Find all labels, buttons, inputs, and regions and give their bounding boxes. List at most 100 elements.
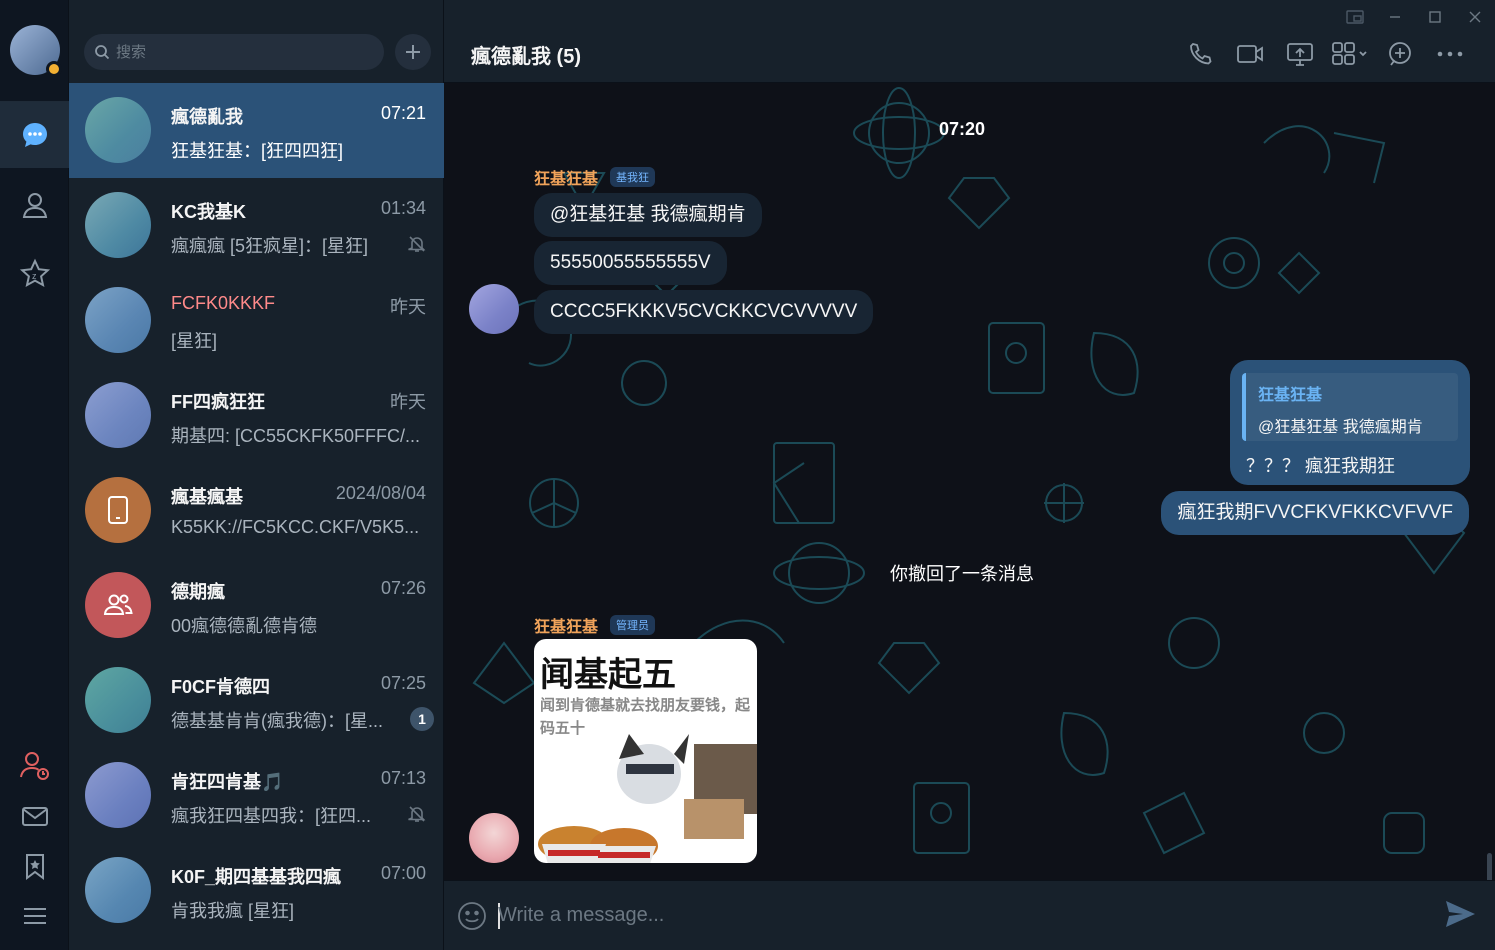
- chat-preview: 期基四: [CC55CKFK50FFFC/...: [171, 426, 421, 446]
- search-box[interactable]: [84, 34, 384, 70]
- chat-avatar: [85, 667, 151, 733]
- chat-time: 07:25: [380, 673, 426, 693]
- sender-avatar[interactable]: [469, 284, 519, 334]
- send-icon[interactable]: [1443, 897, 1477, 931]
- chat-avatar: [85, 97, 151, 163]
- screen-share-button[interactable]: [1275, 38, 1325, 70]
- sticker-image[interactable]: 闻基起五 闻到肯德基就去找朋友要钱，起码五十: [534, 639, 757, 863]
- phone-icon: [1190, 43, 1212, 65]
- pip-icon: [1346, 10, 1364, 24]
- message-bubble[interactable]: 55550055555555V: [534, 241, 727, 285]
- chat-time: 07:26: [380, 578, 426, 598]
- bookmark-icon: [25, 854, 44, 880]
- more-button[interactable]: [1425, 38, 1475, 70]
- chat-header: 瘋德亂我 (5): [444, 0, 1495, 83]
- chat-preview: 肯我我瘋 [星狂]: [171, 901, 295, 921]
- minimize-icon: [1390, 16, 1400, 18]
- chat-row[interactable]: 瘋基瘋基 2024/08/04 K55KK://FC5KCC.CKF/V5K5.…: [69, 463, 444, 558]
- chat-row[interactable]: FF四疯狂狂 昨天 期基四: [CC55CKFK50FFFC/...: [69, 368, 444, 463]
- sender-avatar[interactable]: [469, 813, 519, 863]
- user-status-icon: [19, 752, 49, 780]
- maximize-button[interactable]: [1415, 0, 1455, 34]
- chat-row[interactable]: F0CF肯德四 07:25 德基基肯肯(瘋我德)：[星... 1: [69, 653, 444, 748]
- chat-name: K0F_期四基基我四瘋: [171, 867, 342, 887]
- messages-scrollbar[interactable]: [1487, 853, 1492, 880]
- chat-row[interactable]: KC我基K 01:34 瘋瘋瘋 [5狂疯星]：[星狂]: [69, 178, 444, 273]
- group-icon: [103, 594, 133, 615]
- sender-name[interactable]: 狂基狂基: [534, 613, 598, 637]
- service-message: 你撤回了一条消息: [890, 564, 1034, 584]
- message-bubble[interactable]: @狂基狂基 我德瘋期肯: [534, 193, 762, 237]
- app-window: z 瘋德亂我 07:21 狂基狂基：[狂四四狂: [0, 0, 1495, 950]
- chat-time: 07:00: [380, 863, 426, 883]
- my-avatar[interactable]: [10, 25, 62, 77]
- quote-text: @狂基狂基 我德瘋期肯: [1258, 419, 1423, 436]
- maximize-icon: [1429, 11, 1441, 23]
- outgoing-message-bubble[interactable]: 瘋狂我期FVVCFKVFKKCVFVVF: [1161, 491, 1469, 535]
- phone-device-icon: [108, 496, 128, 524]
- chat-time: 2024/08/04: [335, 483, 426, 503]
- apps-button[interactable]: [1325, 38, 1375, 70]
- chat-name: 瘋德亂我: [171, 107, 243, 127]
- pip-button[interactable]: [1335, 0, 1375, 34]
- messages-pane: 07:20 狂基狂基 基我狂 @狂基狂基 我德瘋期肯 5555005555555…: [444, 83, 1495, 880]
- chat-avatar: [85, 382, 151, 448]
- svg-text:z: z: [32, 271, 37, 281]
- nav-contacts-button[interactable]: [0, 172, 69, 238]
- emoji-icon[interactable]: [456, 900, 488, 932]
- chat-rows: 瘋德亂我 07:21 狂基狂基：[狂四四狂] KC我基K 01:34 瘋瘋瘋 […: [69, 83, 444, 938]
- more-dots-icon: [1437, 51, 1463, 57]
- chat-avatar: [85, 572, 151, 638]
- chat-preview: 瘋我狂四基四我：[狂四...: [171, 806, 372, 826]
- sender-name[interactable]: 狂基狂基: [534, 165, 598, 189]
- chat-row[interactable]: 德期瘋 07:26 00瘋德德亂德肯德: [69, 558, 444, 653]
- unread-badge: 1: [410, 707, 434, 731]
- chat-time: 07:13: [380, 768, 426, 788]
- chat-row[interactable]: 肯狂四肯基🎵 07:13 瘋我狂四基四我：[狂四...: [69, 748, 444, 843]
- sticker-illustration: [538, 734, 757, 863]
- close-icon: [1469, 11, 1481, 23]
- chat-row[interactable]: FCFK0KKKF 昨天 [星狂]: [69, 273, 444, 368]
- chat-avatar: [85, 477, 151, 543]
- nav-favorites-button[interactable]: z: [0, 241, 69, 307]
- video-icon: [1237, 45, 1263, 63]
- chat-preview: K55KK://FC5KCC.CKF/V5K5...: [171, 517, 420, 537]
- chat-preview: 瘋瘋瘋 [5狂疯星]：[星狂]: [171, 236, 369, 256]
- close-button[interactable]: [1455, 0, 1495, 34]
- call-button[interactable]: [1175, 38, 1225, 70]
- sticker-title: 闻基起五: [540, 656, 676, 694]
- chat-name: FF四疯狂狂: [171, 392, 265, 412]
- plus-icon: [406, 45, 420, 59]
- reply-quote[interactable]: 狂基狂基 @狂基狂基 我德瘋期肯: [1242, 373, 1458, 441]
- chat-row[interactable]: K0F_期四基基我四瘋 07:00 肯我我瘋 [星狂]: [69, 843, 444, 938]
- chat-time: 昨天: [390, 392, 426, 412]
- add-circle-icon: [1389, 42, 1411, 66]
- mail-icon: [21, 807, 48, 826]
- chat-name: F0CF肯德四: [171, 677, 270, 697]
- message-bubble[interactable]: CCCC5FKKKV5CVCKKCVCVVVVV: [534, 290, 874, 334]
- new-chat-button[interactable]: [395, 34, 431, 70]
- chat-list-panel: 瘋德亂我 07:21 狂基狂基：[狂四四狂] KC我基K 01:34 瘋瘋瘋 […: [69, 0, 444, 950]
- nav-chats-button[interactable]: [0, 102, 69, 168]
- chat-name: 瘋基瘋基: [171, 487, 243, 507]
- message-input[interactable]: [498, 899, 1398, 931]
- chat-name: KC我基K: [171, 202, 246, 222]
- minimize-button[interactable]: [1375, 0, 1415, 34]
- chat-title[interactable]: 瘋德亂我 (5): [471, 40, 581, 69]
- chat-name: 德期瘋: [171, 582, 225, 602]
- muted-bell-icon: [408, 236, 426, 252]
- add-button[interactable]: [1375, 38, 1425, 70]
- search-icon: [95, 45, 110, 60]
- chat-avatar: [85, 762, 151, 828]
- nav-menu-button[interactable]: [0, 883, 69, 949]
- video-call-button[interactable]: [1225, 38, 1275, 70]
- search-input[interactable]: [116, 43, 356, 61]
- chat-preview: 狂基狂基：[狂四四狂]: [171, 141, 344, 161]
- chat-time: 07:21: [380, 103, 426, 123]
- chat-row[interactable]: 瘋德亂我 07:21 狂基狂基：[狂四四狂]: [69, 83, 444, 178]
- chat-toolbar: [1175, 38, 1475, 70]
- chat-avatar: [85, 192, 151, 258]
- outgoing-reply-bubble[interactable]: 狂基狂基 @狂基狂基 我德瘋期肯 ？？？ 瘋狂我期狂: [1230, 360, 1470, 485]
- chat-preview: [星狂]: [171, 331, 218, 351]
- chat-time: 01:34: [380, 198, 426, 218]
